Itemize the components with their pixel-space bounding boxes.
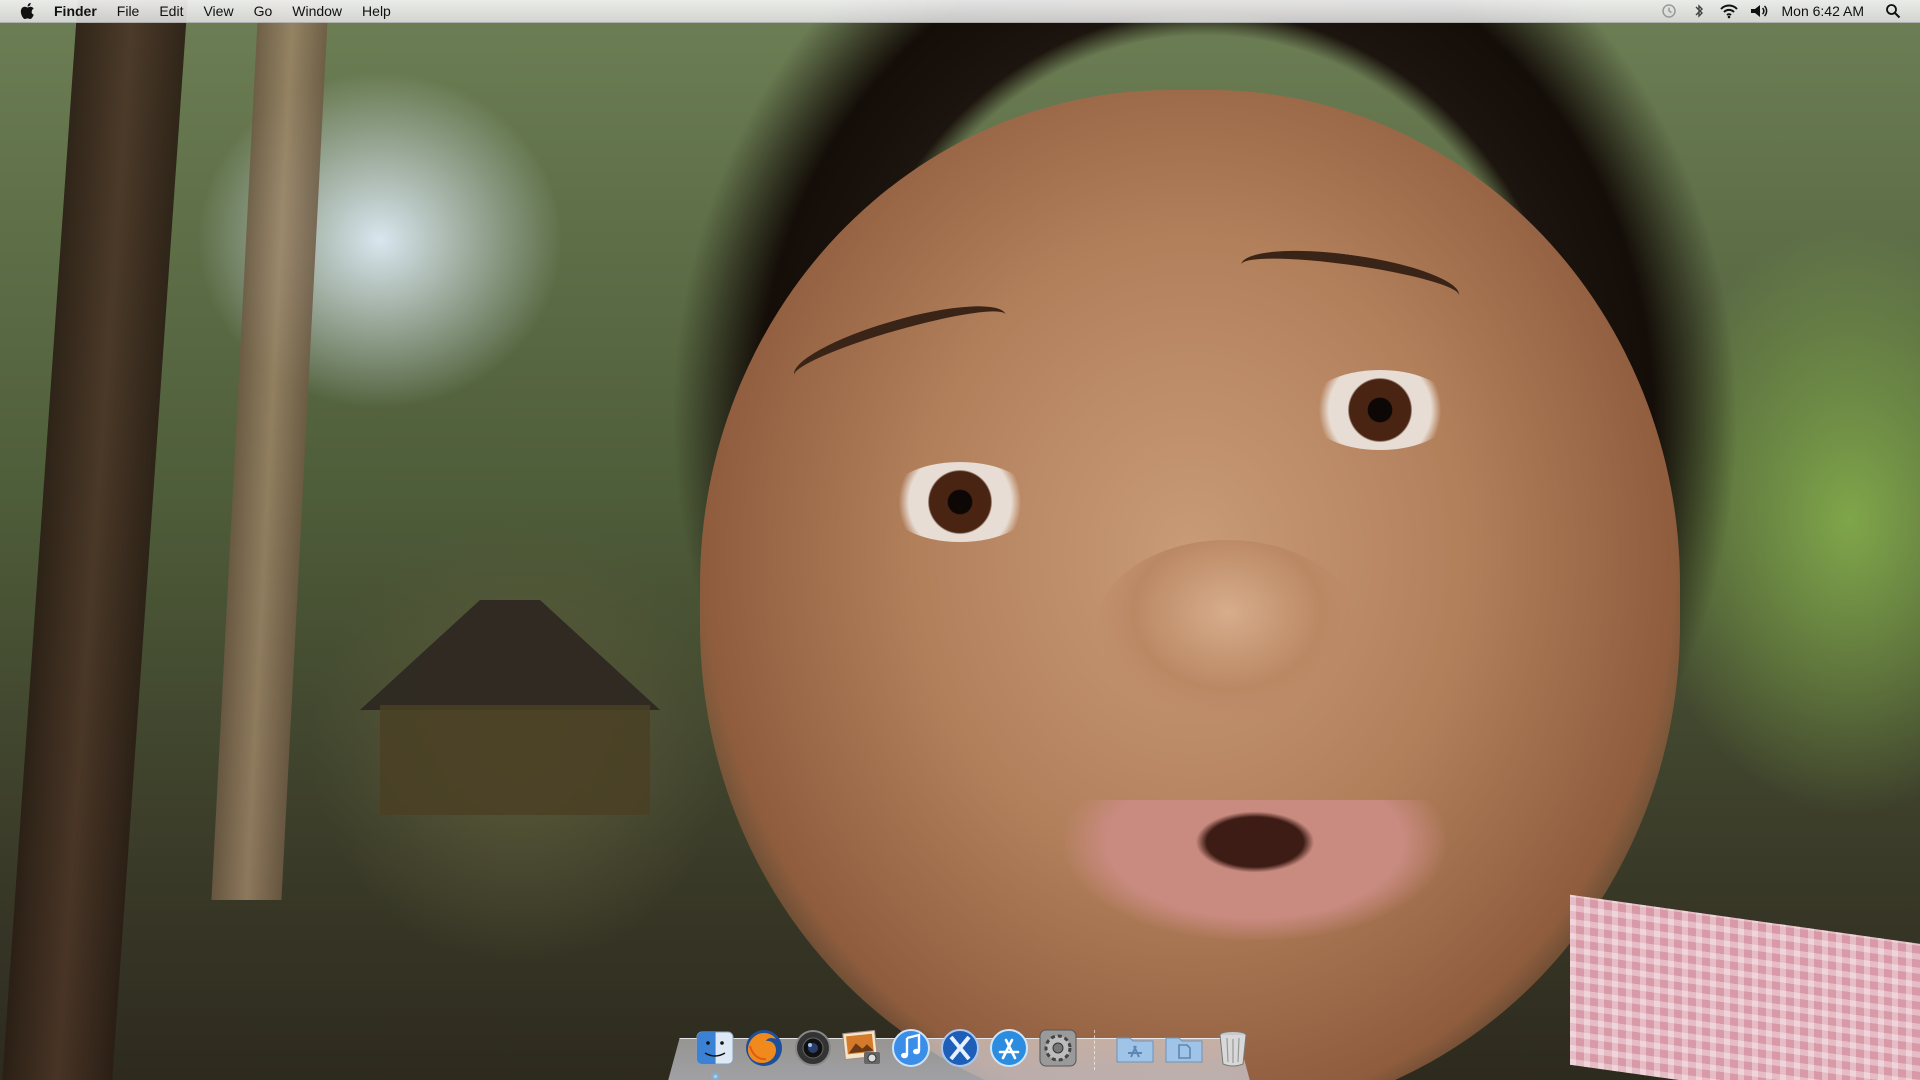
wallpaper-tree-trunk xyxy=(211,0,329,900)
itunes-icon[interactable] xyxy=(889,1026,933,1070)
menu-items: Finder File Edit View Go Window Help xyxy=(48,0,401,22)
menu-file[interactable]: File xyxy=(107,0,150,22)
wallpaper-face xyxy=(700,90,1680,1080)
finder-icon[interactable] xyxy=(693,1026,737,1079)
trash-icon[interactable] xyxy=(1211,1026,1255,1070)
menu-app-name[interactable]: Finder xyxy=(48,0,107,22)
menu-view[interactable]: View xyxy=(193,0,243,22)
wallpaper-hut-roof xyxy=(360,600,660,710)
time-machine-icon[interactable] xyxy=(1659,2,1679,20)
wallpaper-hair xyxy=(640,0,1770,760)
wallpaper-hut xyxy=(380,705,650,815)
spotlight-icon[interactable] xyxy=(1883,2,1903,20)
volume-icon[interactable] xyxy=(1749,2,1769,20)
desktop-wallpaper: Finder File Edit View Go Window Help Mon… xyxy=(0,0,1920,1080)
wallpaper-eyebrow xyxy=(787,290,1013,400)
dock-separator xyxy=(1094,1030,1098,1070)
wallpaper-eye xyxy=(1305,370,1455,450)
app-store-icon[interactable] xyxy=(987,1026,1031,1070)
bluetooth-icon[interactable] xyxy=(1689,2,1709,20)
running-indicator xyxy=(712,1074,718,1079)
wallpaper-eyebrow xyxy=(1237,239,1463,321)
documents-folder-icon[interactable] xyxy=(1162,1026,1206,1070)
applications-folder-icon[interactable] xyxy=(1113,1026,1157,1070)
wallpaper-eye xyxy=(885,462,1035,542)
wifi-icon[interactable] xyxy=(1719,2,1739,20)
menu-bar: Finder File Edit View Go Window Help Mon… xyxy=(0,0,1920,23)
x11-icon[interactable] xyxy=(938,1026,982,1070)
menu-clock[interactable]: Mon 6:42 AM xyxy=(1782,3,1865,19)
wallpaper-shirt xyxy=(1570,894,1920,1080)
firefox-icon[interactable] xyxy=(742,1026,786,1070)
wallpaper-tree-trunk xyxy=(2,0,188,1080)
wallpaper-nose xyxy=(1095,540,1360,720)
wallpaper-mouth xyxy=(1065,800,1445,940)
apple-menu-icon[interactable] xyxy=(18,2,36,20)
menu-edit[interactable]: Edit xyxy=(149,0,193,22)
status-area: Mon 6:42 AM xyxy=(1654,0,1920,22)
photo-app-icon[interactable] xyxy=(840,1026,884,1070)
menu-window[interactable]: Window xyxy=(282,0,352,22)
menu-help[interactable]: Help xyxy=(352,0,401,22)
menu-go[interactable]: Go xyxy=(244,0,283,22)
dock xyxy=(690,1018,1257,1079)
system-preferences-icon[interactable] xyxy=(1036,1026,1080,1070)
camera-app-icon[interactable] xyxy=(791,1026,835,1070)
